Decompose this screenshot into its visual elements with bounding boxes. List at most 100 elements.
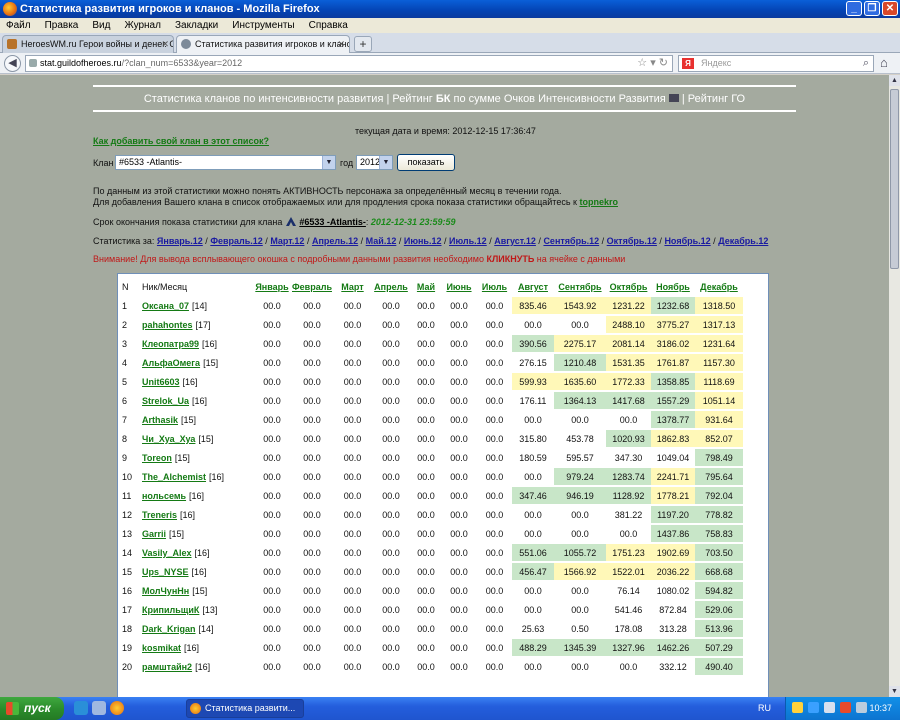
- data-cell[interactable]: 00.0: [441, 487, 477, 504]
- data-cell[interactable]: 00.0: [371, 335, 411, 352]
- data-cell[interactable]: 594.82: [695, 582, 743, 599]
- data-cell[interactable]: 1020.93: [606, 430, 651, 447]
- data-cell[interactable]: 00.0: [334, 316, 371, 333]
- data-cell[interactable]: 00.0: [334, 601, 371, 618]
- data-cell[interactable]: 00.0: [512, 316, 554, 333]
- data-cell[interactable]: 00.0: [290, 582, 334, 599]
- data-cell[interactable]: 347.30: [606, 449, 651, 466]
- player-link[interactable]: Dark_Krigan: [142, 624, 196, 634]
- data-cell[interactable]: 00.0: [411, 506, 441, 523]
- data-cell[interactable]: 176.11: [512, 392, 554, 409]
- data-cell[interactable]: 00.0: [512, 582, 554, 599]
- site-identity-icon[interactable]: [29, 59, 37, 67]
- data-cell[interactable]: 00.0: [371, 373, 411, 390]
- data-cell[interactable]: 00.0: [477, 639, 512, 656]
- data-cell[interactable]: 00.0: [606, 411, 651, 428]
- data-cell[interactable]: 00.0: [411, 582, 441, 599]
- data-cell[interactable]: 507.29: [695, 639, 743, 656]
- data-cell[interactable]: 332.12: [651, 658, 695, 675]
- speaker-icon[interactable]: [856, 702, 867, 713]
- data-cell[interactable]: 00.0: [254, 335, 290, 352]
- data-cell[interactable]: 00.0: [290, 525, 334, 542]
- player-link[interactable]: Garrii: [142, 529, 166, 539]
- col-month[interactable]: Май: [411, 279, 441, 295]
- data-cell[interactable]: 00.0: [441, 563, 477, 580]
- data-cell[interactable]: 00.0: [411, 601, 441, 618]
- data-cell[interactable]: 595.57: [554, 449, 606, 466]
- close-button[interactable]: ✕: [882, 1, 898, 16]
- data-cell[interactable]: 00.0: [290, 563, 334, 580]
- minimize-button[interactable]: _: [846, 1, 862, 16]
- data-cell[interactable]: 00.0: [441, 658, 477, 675]
- data-cell[interactable]: 0.50: [554, 620, 606, 637]
- data-cell[interactable]: 00.0: [290, 658, 334, 675]
- data-cell[interactable]: 00.0: [290, 354, 334, 371]
- data-cell[interactable]: 00.0: [441, 392, 477, 409]
- player-link[interactable]: рамштайн2: [142, 662, 192, 672]
- data-cell[interactable]: 00.0: [411, 316, 441, 333]
- data-cell[interactable]: 2241.71: [651, 468, 695, 485]
- menu-file[interactable]: Файл: [6, 18, 31, 33]
- data-cell[interactable]: 00.0: [554, 601, 606, 618]
- data-cell[interactable]: 00.0: [477, 430, 512, 447]
- data-cell[interactable]: 00.0: [554, 316, 606, 333]
- go-rating-link[interactable]: Рейтинг ГО: [688, 93, 745, 105]
- data-cell[interactable]: 00.0: [606, 525, 651, 542]
- player-link[interactable]: Strelok_Ua: [142, 396, 189, 406]
- data-cell[interactable]: 00.0: [371, 468, 411, 485]
- data-cell[interactable]: 00.0: [512, 411, 554, 428]
- data-cell[interactable]: 00.0: [334, 563, 371, 580]
- data-cell[interactable]: 1210.48: [554, 354, 606, 371]
- data-cell[interactable]: 1049.04: [651, 449, 695, 466]
- bookmark-star-icon[interactable]: ☆ ▾ ↻: [637, 56, 668, 71]
- search-icon[interactable]: ⌕: [863, 56, 869, 71]
- data-cell[interactable]: 00.0: [512, 658, 554, 675]
- data-cell[interactable]: 00.0: [411, 411, 441, 428]
- month-link[interactable]: Январь.12: [157, 236, 203, 246]
- contact-link[interactable]: topnekro: [579, 197, 618, 207]
- data-cell[interactable]: 1778.21: [651, 487, 695, 504]
- data-cell[interactable]: 703.50: [695, 544, 743, 561]
- bk-rating-link[interactable]: Рейтинг БК по сумме Очков Интенсивности …: [392, 93, 665, 105]
- data-cell[interactable]: 551.06: [512, 544, 554, 561]
- scroll-thumb[interactable]: [890, 89, 899, 269]
- player-link[interactable]: kosmikat: [142, 643, 181, 653]
- show-button[interactable]: показать: [397, 154, 455, 171]
- col-month[interactable]: Июнь: [441, 279, 477, 295]
- data-cell[interactable]: 00.0: [441, 506, 477, 523]
- month-link[interactable]: Декабрь.12: [718, 236, 768, 246]
- data-cell[interactable]: 00.0: [477, 487, 512, 504]
- data-cell[interactable]: 00.0: [554, 582, 606, 599]
- player-link[interactable]: Ups_NYSE: [142, 567, 189, 577]
- data-cell[interactable]: 946.19: [554, 487, 606, 504]
- data-cell[interactable]: 1437.86: [651, 525, 695, 542]
- data-cell[interactable]: 00.0: [371, 582, 411, 599]
- player-link[interactable]: Unit6603: [142, 377, 180, 387]
- data-cell[interactable]: 00.0: [290, 411, 334, 428]
- data-cell[interactable]: 313.28: [651, 620, 695, 637]
- player-link[interactable]: Treneris: [142, 510, 177, 520]
- menu-bookmarks[interactable]: Закладки: [175, 18, 218, 33]
- data-cell[interactable]: 00.0: [512, 468, 554, 485]
- data-cell[interactable]: 00.0: [371, 316, 411, 333]
- clan-select[interactable]: #6533 -Atlantis- ▼: [115, 155, 336, 170]
- data-cell[interactable]: 00.0: [441, 449, 477, 466]
- data-cell[interactable]: 1902.69: [651, 544, 695, 561]
- data-cell[interactable]: 00.0: [254, 658, 290, 675]
- data-cell[interactable]: 529.06: [695, 601, 743, 618]
- player-link[interactable]: нольсемь: [142, 491, 186, 501]
- data-cell[interactable]: 00.0: [411, 563, 441, 580]
- data-cell[interactable]: 00.0: [441, 468, 477, 485]
- data-cell[interactable]: 00.0: [334, 582, 371, 599]
- col-month[interactable]: Декабрь: [695, 279, 743, 295]
- data-cell[interactable]: 00.0: [411, 449, 441, 466]
- player-link[interactable]: pahahontes: [142, 320, 193, 330]
- data-cell[interactable]: 00.0: [290, 544, 334, 561]
- data-cell[interactable]: 00.0: [411, 297, 441, 314]
- player-link[interactable]: Vasily_Alex: [142, 548, 192, 558]
- player-link[interactable]: Чи_Хуа_Хуа: [142, 434, 195, 444]
- data-cell[interactable]: 00.0: [411, 620, 441, 637]
- tab-heroeswm[interactable]: HeroesWM.ru Герои войны и денег. Он... ✕: [2, 35, 174, 53]
- data-cell[interactable]: 00.0: [477, 316, 512, 333]
- data-cell[interactable]: 1327.96: [606, 639, 651, 656]
